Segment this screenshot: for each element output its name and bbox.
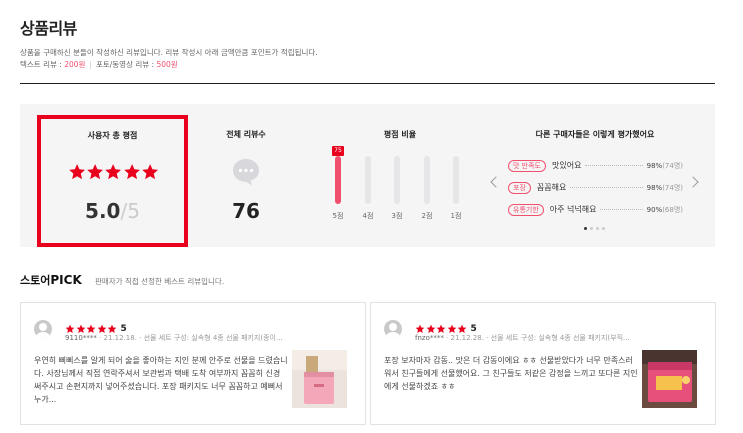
star-icon bbox=[123, 164, 140, 180]
review-score: 5 bbox=[470, 323, 477, 334]
review-body: 우연히 삐삐스를 알게 되어 술을 좋아하는 지인 분께 안주로 선물을 드렸습… bbox=[34, 356, 288, 404]
rating-bar-label: 3점 bbox=[391, 212, 403, 220]
ratio-count-badge: 75 bbox=[332, 146, 344, 156]
star-icon bbox=[105, 164, 122, 180]
rating-bar bbox=[424, 156, 430, 204]
evaluation-text: 아주 넉넉해요 bbox=[549, 205, 597, 214]
evaluation-row: 유통기한 아주 넉넉해요 90%(68명) bbox=[508, 203, 683, 216]
review-body: 포장 보자마자 감동.. 맛은 더 감동이에요 ㅎㅎ 선물받았다가 너무 만족스… bbox=[384, 356, 638, 391]
star-icon bbox=[69, 164, 85, 180]
review-meta: fnzo**** · 21.12.28. · 선물 세트 구성: 실속형 4종 … bbox=[415, 334, 630, 342]
photo-review-label: 포토/동영상 리뷰 : bbox=[95, 60, 157, 69]
rating-bar-label: 4점 bbox=[362, 212, 374, 220]
review-user: fnzo**** bbox=[415, 334, 444, 342]
review-desc-text: 상품을 구매하신 분들이 작성하신 리뷰입니다. 리뷰 작성시 아래 금액만큼 … bbox=[20, 48, 318, 57]
rating-bar bbox=[394, 156, 400, 204]
divider: | bbox=[89, 60, 92, 69]
review-user: 9110**** bbox=[65, 334, 97, 342]
carousel-pagination bbox=[584, 227, 605, 230]
avatar bbox=[384, 320, 402, 338]
evaluation-row: 맛 만족도 맛있어요 98%(74명) bbox=[508, 159, 683, 172]
review-photo-image bbox=[642, 350, 697, 408]
evaluation-percent: 98%(74명) bbox=[646, 161, 683, 170]
average-score: 5.0/5 bbox=[41, 199, 184, 223]
review-card[interactable]: 5 9110**** · 21.12.18. · 선물 세트 구성: 실속형 4… bbox=[20, 302, 366, 425]
leader-dots bbox=[570, 187, 643, 188]
total-review-count: 76 bbox=[232, 199, 260, 223]
leader-dots bbox=[600, 209, 643, 210]
average-score-max: /5 bbox=[120, 199, 140, 223]
rating-bar bbox=[365, 156, 371, 204]
star-icon bbox=[142, 164, 158, 180]
store-pick-label: PICK bbox=[50, 273, 82, 287]
average-score-title: 사용자 총 평점 bbox=[87, 131, 138, 140]
photo-review-point: 500원 bbox=[156, 60, 178, 69]
average-stars bbox=[68, 163, 159, 181]
rating-bar-label: 5점 bbox=[332, 212, 344, 220]
rating-bar-label: 1점 bbox=[450, 212, 462, 220]
avatar bbox=[34, 320, 52, 338]
review-score: 5 bbox=[120, 323, 127, 334]
review-option: 선물 세트 구성: 실속형 4종 선물 패키지(부직... bbox=[490, 334, 630, 342]
page-title: 상품리뷰 bbox=[20, 19, 77, 38]
rating-bar-label: 2점 bbox=[421, 212, 433, 220]
evaluation-percent: 98%(74명) bbox=[646, 183, 683, 192]
text-review-point: 200원 bbox=[64, 60, 86, 69]
review-date: 21.12.18. bbox=[103, 334, 137, 342]
review-meta: 9110**** · 21.12.18. · 선물 세트 구성: 실속형 4종 … bbox=[65, 334, 283, 342]
evaluation-tag: 맛 만족도 bbox=[508, 159, 546, 172]
average-score-box: 사용자 총 평점 5.0/5 bbox=[37, 115, 188, 247]
carousel-dot[interactable] bbox=[602, 227, 605, 230]
average-score-value: 5.0 bbox=[85, 199, 121, 223]
evaluation-tag: 유통기한 bbox=[508, 203, 544, 216]
text-review-label: 텍스트 리뷰 : bbox=[20, 60, 65, 69]
review-photo[interactable] bbox=[642, 350, 697, 408]
store-pick-title: 스토어PICK bbox=[20, 272, 82, 288]
evaluation-tag: 포장 bbox=[508, 181, 531, 194]
store-pick-prefix: 스토어 bbox=[20, 274, 51, 287]
review-photo[interactable] bbox=[292, 350, 347, 408]
speech-bubble-icon bbox=[233, 159, 259, 186]
carousel-dot[interactable] bbox=[584, 227, 587, 230]
store-pick-subtitle: 판매자가 직접 선정한 베스트 리뷰입니다. bbox=[95, 277, 225, 286]
header-divider bbox=[20, 83, 715, 84]
buyer-evaluation-title: 다른 구매자들은 이렇게 평가했어요 bbox=[535, 130, 655, 139]
rating-ratio-title: 평점 비율 bbox=[383, 130, 417, 139]
review-card[interactable]: 5 fnzo**** · 21.12.28. · 선물 세트 구성: 실속형 4… bbox=[370, 302, 716, 425]
evaluation-row: 포장 꼼꼼해요 98%(74명) bbox=[508, 181, 683, 194]
total-reviews-title: 전체 리뷰수 bbox=[226, 130, 266, 139]
rating-bar bbox=[335, 156, 341, 204]
evaluation-text: 맛있어요 bbox=[552, 161, 582, 170]
evaluation-percent: 90%(68명) bbox=[646, 205, 683, 214]
review-option: 선물 세트 구성: 실속형 4종 선물 패키지(종이... bbox=[143, 334, 283, 342]
star-icon bbox=[87, 164, 104, 180]
carousel-dot[interactable] bbox=[590, 227, 593, 230]
review-point-description: 상품을 구매하신 분들이 작성하신 리뷰입니다. 리뷰 작성시 아래 금액만큼 … bbox=[20, 47, 318, 71]
evaluation-text: 꼼꼼해요 bbox=[536, 183, 567, 192]
leader-dots bbox=[585, 165, 643, 166]
carousel-dot[interactable] bbox=[596, 227, 599, 230]
review-photo-image bbox=[292, 350, 347, 408]
review-point-info: 텍스트 리뷰 : 200원 | 포토/동영상 리뷰 : 500원 bbox=[20, 59, 318, 71]
review-date: 21.12.28. bbox=[450, 334, 484, 342]
rating-bar bbox=[453, 156, 459, 204]
